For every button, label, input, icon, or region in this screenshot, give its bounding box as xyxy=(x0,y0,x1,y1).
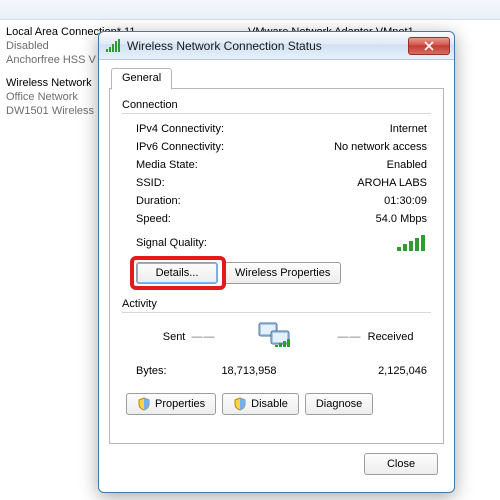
bytes-label: Bytes: xyxy=(122,365,186,377)
row-signal-quality: Signal Quality: xyxy=(122,234,431,252)
divider xyxy=(122,312,431,313)
section-connection: Connection xyxy=(122,99,431,111)
label: IPv6 Connectivity: xyxy=(122,138,242,156)
value: No network access xyxy=(242,138,431,156)
label: Duration: xyxy=(122,192,242,210)
diagnose-button[interactable]: Diagnose xyxy=(305,393,373,415)
value: 54.0 Mbps xyxy=(242,210,431,228)
dash-icon: —— xyxy=(338,331,362,343)
tabpanel-general: Connection IPv4 Connectivity: Internet I… xyxy=(109,88,444,444)
sent-label: Sent xyxy=(163,331,186,343)
row-duration: Duration: 01:30:09 xyxy=(122,192,431,210)
details-button[interactable]: Details... xyxy=(136,262,218,284)
signal-bars-icon xyxy=(105,38,121,54)
dialog-body: General Connection IPv4 Connectivity: In… xyxy=(99,60,454,492)
row-media: Media State: Enabled xyxy=(122,156,431,174)
properties-button[interactable]: Properties xyxy=(126,393,216,415)
section-activity-wrap: Activity Sent —— xyxy=(122,298,431,415)
shield-icon xyxy=(137,397,151,411)
close-icon xyxy=(424,41,434,51)
dash-icon: —— xyxy=(192,331,216,343)
row-ssid: SSID: AROHA LABS xyxy=(122,174,431,192)
label: SSID: xyxy=(122,174,242,192)
bytes-row: Bytes: 18,713,958 2,125,046 xyxy=(122,365,431,377)
computers-icon xyxy=(257,319,297,355)
label: Signal Quality: xyxy=(122,237,242,249)
label: IPv4 Connectivity: xyxy=(122,120,242,138)
close-button[interactable] xyxy=(408,37,450,55)
signal-bars-icon xyxy=(397,234,427,252)
tab-general[interactable]: General xyxy=(111,68,172,90)
value: AROHA LABS xyxy=(242,174,431,192)
label: Speed: xyxy=(122,210,242,228)
row-ipv4: IPv4 Connectivity: Internet xyxy=(122,120,431,138)
dialog-title: Wireless Network Connection Status xyxy=(127,39,408,53)
row-speed: Speed: 54.0 Mbps xyxy=(122,210,431,228)
tabstrip: General xyxy=(109,66,444,89)
wireless-properties-button[interactable]: Wireless Properties xyxy=(224,262,341,284)
received-label: Received xyxy=(368,331,414,343)
activity-buttons: Properties Disable Diagnose xyxy=(122,393,431,415)
titlebar[interactable]: Wireless Network Connection Status xyxy=(99,32,454,60)
shield-icon xyxy=(233,397,247,411)
row-ipv6: IPv6 Connectivity: No network access xyxy=(122,138,431,156)
disable-button[interactable]: Disable xyxy=(222,393,299,415)
value: Internet xyxy=(242,120,431,138)
divider xyxy=(122,113,431,114)
dialog-footer: Close xyxy=(109,444,444,484)
value: 01:30:09 xyxy=(242,192,431,210)
connection-buttons: Details... Wireless Properties xyxy=(122,262,431,284)
close-dialog-button[interactable]: Close xyxy=(364,453,438,475)
toolbar xyxy=(0,0,500,20)
bytes-sent: 18,713,958 xyxy=(186,365,299,377)
bytes-received: 2,125,046 xyxy=(337,365,432,377)
label: Media State: xyxy=(122,156,242,174)
activity-header: Sent —— —— Received xyxy=(122,319,431,355)
wireless-status-dialog: Wireless Network Connection Status Gener… xyxy=(98,31,455,493)
section-activity: Activity xyxy=(122,298,431,310)
btn-label: Disable xyxy=(251,398,288,410)
value: Enabled xyxy=(242,156,431,174)
btn-label: Properties xyxy=(155,398,205,410)
